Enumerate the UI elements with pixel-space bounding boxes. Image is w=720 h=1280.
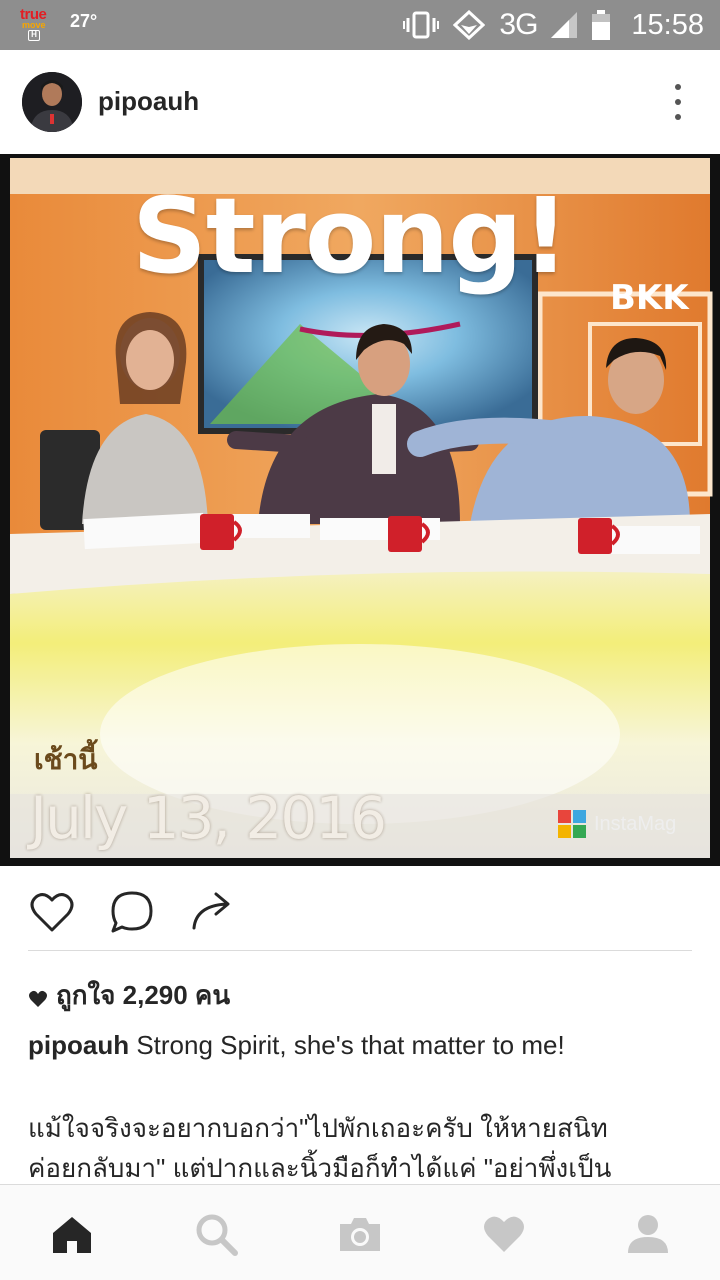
camera-icon (340, 1218, 380, 1251)
comment-bubble-icon (111, 891, 153, 933)
nav-profile[interactable] (625, 1211, 671, 1257)
photo-corner-tag: BKK (610, 278, 689, 318)
dot-icon (675, 84, 681, 90)
like-button[interactable] (28, 888, 76, 936)
data-transfer-icon (453, 10, 486, 40)
network-badge: H (28, 30, 40, 41)
post-header: pipoauh (0, 50, 720, 154)
profile-icon (628, 1215, 668, 1253)
caption: pipoauh Strong Spirit, she's that matter… (28, 1028, 698, 1062)
temperature: 27° (70, 10, 98, 31)
signal-icon (551, 12, 578, 38)
heart-icon (484, 1216, 524, 1252)
status-bar: true move H 27° 3G 15:58 (0, 0, 720, 50)
carrier-logo: true move H (18, 6, 58, 42)
post-actions (0, 866, 720, 952)
nav-activity[interactable] (481, 1211, 527, 1257)
comment-button[interactable] (108, 888, 156, 936)
carrier-subname: move (22, 20, 46, 30)
caption-body-line: ค่อยกลับมา" แต่ปากและนิ้วมือก็ทำได้แค่ "… (28, 1153, 612, 1183)
heart-outline-icon (30, 893, 74, 932)
nav-home[interactable] (49, 1211, 95, 1257)
status-right: 3G 15:58 (403, 0, 704, 50)
caption-text: Strong Spirit, she's that matter to me! (136, 1030, 565, 1060)
more-options-button[interactable] (670, 84, 686, 120)
status-left: true move H 27° (18, 6, 97, 42)
instamag-logo-icon (558, 810, 586, 838)
clock: 15:58 (631, 8, 704, 41)
caption-body: แม้ใจจริงจะอยากบอกว่า"ไปพักเถอะครับ ให้ห… (28, 1108, 708, 1188)
divider (28, 950, 692, 951)
search-icon (196, 1214, 238, 1256)
battery-icon (591, 10, 611, 40)
caption-username[interactable]: pipoauh (28, 1030, 129, 1060)
nav-camera[interactable] (337, 1211, 383, 1257)
post-photo[interactable]: Strong! BKK เช้านี้ July 13, 2016 InstaM… (0, 154, 720, 866)
network-type: 3G (499, 8, 538, 41)
dot-icon (675, 114, 681, 120)
likes-count[interactable]: ถูกใจ 2,290 คน (28, 975, 230, 1016)
dot-icon (675, 99, 681, 105)
likes-text: ถูกใจ 2,290 คน (56, 980, 231, 1010)
bottom-nav (0, 1184, 720, 1280)
avatar[interactable] (22, 72, 82, 132)
vibrate-icon (403, 11, 440, 39)
share-arrow-icon (192, 892, 230, 930)
photo-headline: Strong! (132, 175, 569, 297)
photo-date-stamp: July 13, 2016 (30, 784, 387, 852)
photo-thai-label: เช้านี้ (34, 744, 98, 775)
instamag-text: InstaMag (594, 812, 677, 835)
post-username[interactable]: pipoauh (98, 86, 199, 117)
nav-search[interactable] (193, 1211, 239, 1257)
caption-body-line: แม้ใจจริงจะอยากบอกว่า"ไปพักเถอะครับ ให้ห… (28, 1113, 608, 1143)
heart-icon (29, 990, 47, 1007)
instamag-watermark: InstaMag (558, 810, 676, 838)
home-icon (53, 1217, 91, 1253)
share-button[interactable] (188, 888, 236, 936)
